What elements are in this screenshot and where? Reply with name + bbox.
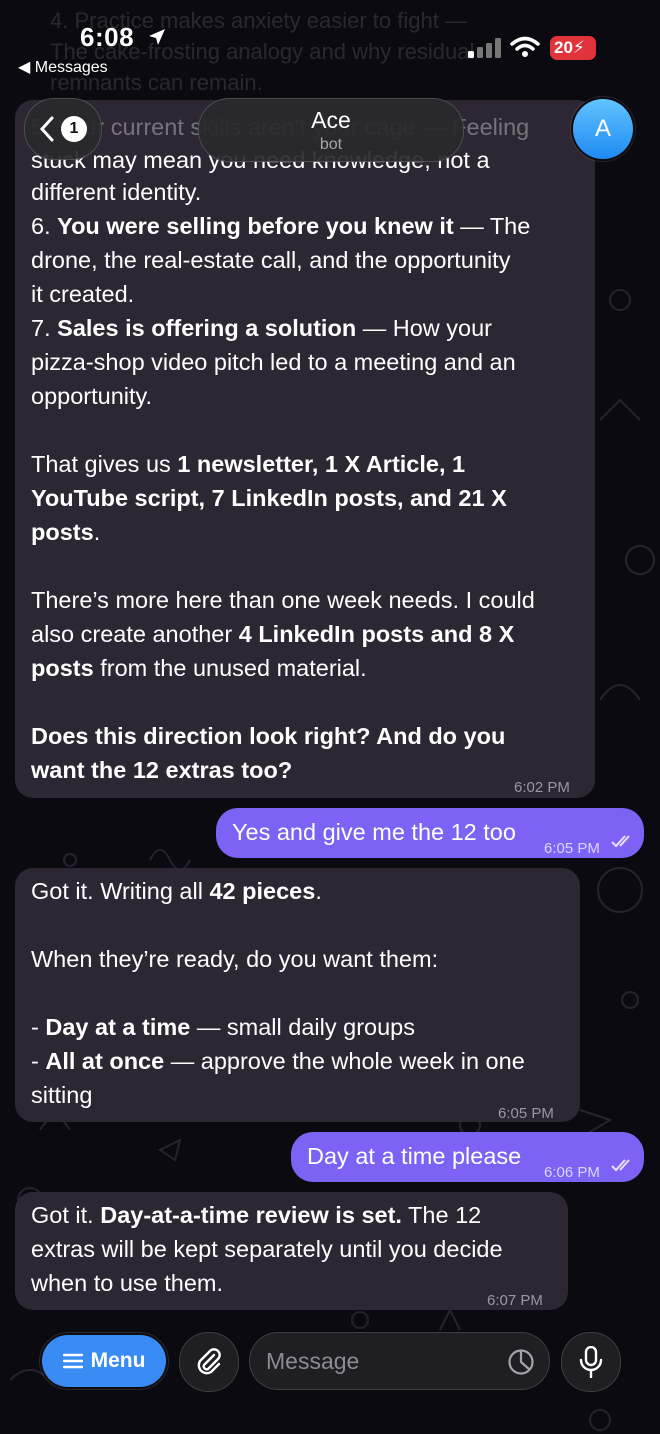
message-line: 7. Sales is offering a solution — How yo… [31,315,492,341]
attach-button[interactable] [179,1332,239,1392]
message-line: Got it. Writing all 42 pieces. [31,878,322,904]
message-line: sitting [31,1082,93,1108]
message-line: it created. [31,281,135,307]
message-line: Does this direction look right? And do y… [31,723,506,749]
paperclip-icon [197,1348,221,1375]
message-line: want the 12 extras too? [31,757,293,783]
chat-subtitle: bot [319,136,343,153]
sticker-icon[interactable] [507,1348,535,1376]
incoming-message[interactable]: Got it. Writing all 42 pieces. When they… [15,868,580,1122]
outgoing-message[interactable]: Day at a time please 6:06 PM [291,1132,644,1182]
message-line: different identity. [31,179,202,205]
avatar[interactable]: A [573,99,633,159]
message-time: 6:05 PM [544,840,600,857]
chevron-left-icon [39,116,54,142]
message-line: There’s more here than one week needs. I… [31,587,535,613]
message-line: - All at once — approve the whole week i… [31,1048,525,1074]
message-line: YouTube script, 7 LinkedIn posts, and 21… [31,485,507,511]
message-line: posts from the unused material. [31,655,367,681]
message-time: 6:02 PM [514,779,570,796]
message-time: 6:07 PM [487,1292,543,1309]
back-to-messages-link[interactable]: ◀ Messages [18,57,108,77]
double-check-icon [611,1159,630,1172]
incoming-message[interactable]: Got it. Day-at-a-time review is set. The… [15,1192,568,1310]
voice-record-button[interactable] [561,1332,621,1392]
message-input[interactable]: Message [249,1332,550,1390]
microphone-icon [579,1346,603,1378]
message-line: That gives us 1 newsletter, 1 X Article,… [31,451,466,477]
menu-label: Menu [90,1349,146,1372]
input-bar: Menu Message [0,1320,660,1434]
message-line: posts. [31,519,101,545]
message-line: extras will be kept separately until you… [31,1236,503,1262]
battery-icon: 20⚡ [550,36,596,60]
message-line: 6. You were selling before you knew it —… [31,213,531,239]
outgoing-message[interactable]: Yes and give me the 12 too 6:05 PM [216,808,644,858]
double-check-icon [611,835,630,848]
wifi-icon [510,36,540,57]
message-text: Yes and give me the 12 too [232,819,516,845]
signal-icon [468,38,501,58]
menu-icon [62,1353,83,1369]
status-bar: 6:08 ◀ Messages 20⚡ [0,0,660,90]
chat-name: Ace [311,107,351,133]
status-time: 6:08 [80,22,135,52]
message-time: 6:06 PM [544,1164,600,1181]
message-line: drone, the real-estate call, and the opp… [31,247,511,273]
message-line: - Day at a time — small daily groups [31,1014,415,1040]
chat-header-title[interactable]: Ace bot [198,98,464,162]
back-button[interactable]: 1 [24,98,102,160]
message-line: pizza-shop video pitch led to a meeting … [31,349,516,375]
unread-badge: 1 [61,116,87,142]
message-line: When they’re ready, do you want them: [31,946,439,972]
message-line: Got it. Day-at-a-time review is set. The… [31,1202,482,1228]
incoming-message[interactable]: 5. Your current skills aren't your cage … [15,100,595,798]
menu-button[interactable]: Menu [42,1335,166,1387]
battery-level: 20 [554,38,573,57]
message-line: opportunity. [31,383,153,409]
message-line: also create another 4 LinkedIn posts and… [31,621,515,647]
message-time: 6:05 PM [498,1105,554,1122]
message-text: Day at a time please [307,1143,522,1169]
location-arrow-icon [149,29,165,45]
message-placeholder: Message [266,1348,360,1374]
message-line: when to use them. [31,1270,224,1296]
